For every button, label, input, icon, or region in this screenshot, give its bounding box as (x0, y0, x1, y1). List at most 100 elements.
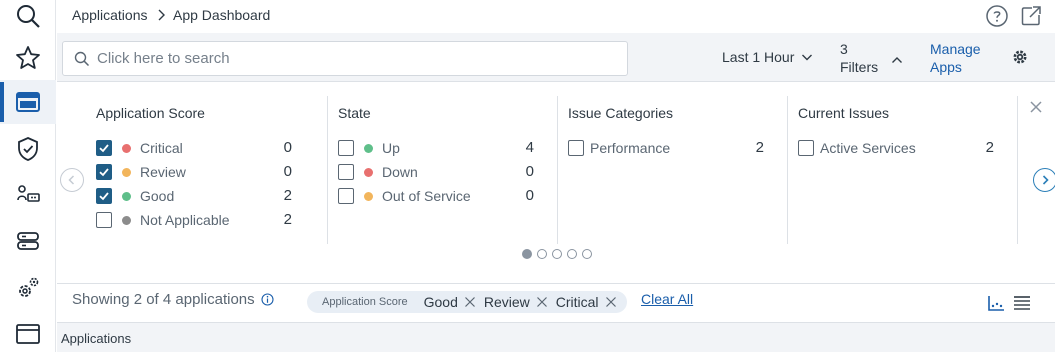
table-header-applications[interactable]: Applications (61, 331, 131, 346)
filter-count: 0 (525, 187, 534, 204)
rail-search[interactable] (0, 0, 56, 38)
filter-review[interactable]: Review (96, 163, 186, 181)
checkbox[interactable] (338, 188, 354, 204)
manage-apps-link[interactable]: Manage Apps (930, 40, 990, 76)
rail-window[interactable] (0, 312, 56, 352)
rail-network[interactable] (0, 172, 56, 216)
divider (1017, 96, 1018, 244)
breadcrumb-root[interactable]: Applications (72, 7, 148, 23)
filter-panel: Application Score Critical 0 Review 0 Go… (57, 82, 1055, 284)
filters-count: 3 (840, 41, 848, 57)
filter-label: Not Applicable (140, 212, 230, 228)
filter-count: 4 (525, 139, 534, 156)
filter-count: 0 (283, 139, 292, 156)
group-title-application-score: Application Score (96, 105, 205, 121)
pager-dot-3[interactable] (552, 249, 562, 259)
filter-not-applicable[interactable]: Not Applicable (96, 211, 230, 229)
checkbox[interactable] (96, 164, 112, 180)
external-link-icon[interactable] (1019, 4, 1043, 28)
pager-dot-2[interactable] (537, 249, 547, 259)
status-dot (364, 167, 373, 177)
filter-active-services[interactable]: Active Services (798, 139, 916, 157)
gear-icon[interactable] (1011, 48, 1029, 66)
shield-check-icon (18, 137, 38, 161)
group-title-state: State (338, 105, 371, 121)
list-view-icon[interactable] (1013, 294, 1031, 312)
filter-label: Out of Service (382, 188, 471, 204)
pager-dot-4[interactable] (567, 249, 577, 259)
search-box[interactable] (62, 41, 628, 76)
rail-applications[interactable] (0, 80, 56, 124)
carousel-next-button[interactable] (1033, 168, 1055, 192)
checkbox[interactable] (798, 140, 814, 156)
rail-favorites[interactable] (0, 36, 56, 80)
filter-down[interactable]: Down (338, 163, 418, 181)
status-dot (364, 191, 373, 201)
divider (557, 96, 558, 244)
servers-icon (17, 232, 39, 250)
filter-count: 2 (283, 187, 292, 204)
remove-chip-icon[interactable] (464, 296, 476, 308)
timeframe-label: Last 1 Hour (722, 49, 795, 65)
filter-out-of-service[interactable]: Out of Service (338, 187, 471, 205)
clear-all-link[interactable]: Clear All (641, 291, 693, 307)
filter-performance[interactable]: Performance (568, 139, 670, 157)
filter-count: 2 (755, 139, 764, 156)
status-dot (364, 143, 373, 153)
filter-label: Good (140, 188, 175, 204)
search-input[interactable] (97, 42, 617, 75)
filter-up[interactable]: Up (338, 139, 400, 157)
chart-view-icon[interactable] (987, 294, 1005, 312)
help-icon[interactable] (985, 4, 1009, 28)
status-dot (122, 167, 131, 177)
filter-label: Review (140, 164, 186, 180)
filter-label: Up (382, 140, 400, 156)
filters-label: Filters (840, 59, 879, 75)
pager-dot-1[interactable] (522, 249, 532, 259)
manage-apps-line2: Apps (930, 59, 962, 75)
window-icon (16, 324, 40, 344)
breadcrumb-current: App Dashboard (173, 7, 271, 23)
checkmark-icon (99, 144, 109, 153)
rail-security[interactable] (0, 127, 56, 171)
remove-chip-icon[interactable] (536, 296, 548, 308)
chevron-right-icon (1042, 175, 1049, 185)
applications-icon (16, 92, 40, 112)
status-dot (122, 143, 131, 153)
status-dot (122, 191, 131, 201)
rail-infrastructure[interactable] (0, 219, 56, 263)
filter-good[interactable]: Good (96, 187, 174, 205)
filters-toggle[interactable]: 3 Filters (840, 40, 878, 76)
chip-group-label: Application Score (322, 296, 408, 308)
checkbox[interactable] (96, 212, 112, 228)
timeframe-select[interactable]: Last 1 Hour (722, 49, 814, 65)
network-icon (17, 185, 40, 202)
divider (327, 96, 328, 244)
filter-count: 0 (283, 163, 292, 180)
pager-dot-5[interactable] (582, 249, 592, 259)
group-title-current-issues: Current Issues (798, 105, 890, 121)
checkbox[interactable] (96, 188, 112, 204)
chevron-up-icon[interactable] (890, 53, 904, 67)
checkmark-icon (99, 192, 109, 201)
chip-review-label: Review (483, 294, 530, 310)
checkbox[interactable] (338, 140, 354, 156)
filter-count: 2 (985, 139, 994, 156)
filter-count: 2 (283, 211, 292, 228)
results-bar: Showing 2 of 4 applications Application … (57, 285, 1055, 322)
carousel-prev-button[interactable] (60, 168, 84, 192)
remove-chip-icon[interactable] (605, 296, 617, 308)
rail-settings[interactable] (0, 266, 56, 310)
checkbox[interactable] (568, 140, 584, 156)
info-icon[interactable] (261, 293, 274, 306)
chevron-down-icon (802, 54, 813, 61)
chip-good-label: Good (423, 294, 458, 310)
filter-critical[interactable]: Critical (96, 139, 183, 157)
checkbox[interactable] (338, 164, 354, 180)
manage-apps-line1: Manage (930, 41, 981, 57)
checkbox[interactable] (96, 140, 112, 156)
search-icon (17, 5, 40, 28)
filter-label: Down (382, 164, 418, 180)
chip-critical-label: Critical (555, 294, 599, 310)
close-icon[interactable] (1029, 100, 1043, 114)
